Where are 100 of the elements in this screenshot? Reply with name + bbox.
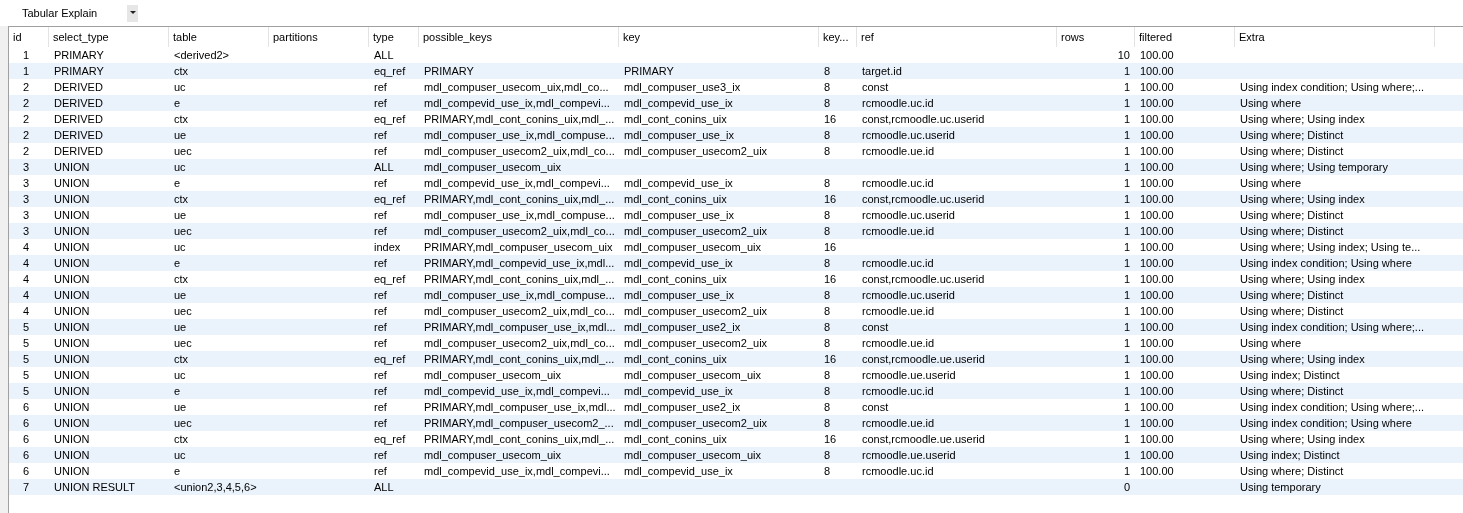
table-cell-text: mdl_compuser_use_ix: [623, 208, 736, 223]
caret-icon: [127, 4, 138, 22]
table-cell-text: 1: [1122, 128, 1131, 143]
table-cell-text: mdl_compuser_usecom2_uix: [623, 336, 769, 351]
table-cell-text: 2: [22, 112, 31, 127]
table-cell-text: ref: [373, 384, 388, 399]
table-cell-text: const,rcmoodle.uc.userid: [861, 112, 986, 127]
table-cell-text: 4: [22, 272, 31, 287]
table-cell-text: Using where; Using temporary: [1239, 160, 1389, 175]
table-cell-text: ref: [373, 224, 388, 239]
table-cell-text: 1: [1122, 64, 1131, 79]
table-cell-text: rcmoodle.ue.id: [861, 144, 936, 159]
table-cell-text: Using where; Distinct: [1239, 144, 1345, 159]
table-cell-text: mdl_cont_conins_uix: [623, 192, 728, 207]
table-cell-text: mdl_compuser_use_ix: [623, 288, 736, 303]
column-header[interactable]: table: [169, 27, 269, 47]
column-header[interactable]: select_type: [49, 27, 169, 47]
table-cell-text: uc: [173, 368, 187, 383]
table-cell-text: mdl_compuser_use_ix,mdl_compuse...: [423, 288, 616, 303]
table-cell-text: 1: [1122, 448, 1131, 463]
table-cell-text: uec: [173, 304, 193, 319]
table-cell-text: mdl_compuser_use3_ix: [623, 80, 742, 95]
table-cell-text: UNION RESULT: [53, 480, 137, 495]
table-cell-text: 0: [1122, 480, 1131, 495]
table-cell-text: ctx: [173, 192, 190, 207]
table-cell-text: UNION: [53, 320, 91, 335]
table-cell-text: PRIMARY,mdl_compevid_use_ix,mdl...: [423, 256, 616, 271]
column-header[interactable]: type: [369, 27, 419, 47]
table-cell-text: ctx: [173, 112, 190, 127]
table-cell-text: 1: [1122, 464, 1131, 479]
table-cell-text: mdl_compuser_use2_ix: [623, 320, 742, 335]
table-cell-text: 8: [823, 208, 832, 223]
table-cell-text: 1: [1122, 176, 1131, 191]
column-header[interactable]: rows: [1057, 27, 1135, 47]
table-cell-text: PRIMARY,mdl_cont_conins_uix,mdl_...: [423, 272, 616, 287]
table-cell-text: PRIMARY,mdl_compuser_use_ix,mdl...: [423, 400, 617, 415]
table-cell-text: UNION: [53, 336, 91, 351]
table-cell-text: ue: [173, 288, 188, 303]
column-header[interactable]: Extra: [1235, 27, 1435, 47]
table-cell-text: 1: [1122, 336, 1131, 351]
column-header[interactable]: id: [9, 27, 49, 47]
table-cell-text: ALL: [373, 160, 395, 175]
column-header[interactable]: possible_keys: [419, 27, 619, 47]
table-cell-text: UNION: [53, 288, 91, 303]
table-cell-text: rcmoodle.ue.id: [861, 304, 936, 319]
table-cell-text: mdl_compuser_usecom2_uix: [623, 224, 769, 239]
table-cell-text: rcmoodle.uc.userid: [861, 208, 956, 223]
table-cell-text: PRIMARY: [53, 64, 105, 79]
table-cell-text: PRIMARY,mdl_cont_conins_uix,mdl_...: [423, 192, 616, 207]
table-cell-text: Using index; Distinct: [1239, 368, 1341, 383]
view-dropdown[interactable]: Tabular Explain: [18, 3, 138, 23]
table-cell-text: 100.00: [1139, 336, 1175, 351]
table-cell-text: 1: [1122, 272, 1131, 287]
column-header[interactable]: filtered: [1135, 27, 1235, 47]
table-cell-text: 1: [1122, 432, 1131, 447]
table-cell-text: 1: [1122, 144, 1131, 159]
table-cell-text: 8: [823, 304, 832, 319]
table-cell-text: DERIVED: [53, 144, 104, 159]
table-cell-text: mdl_compuser_usecom2_uix: [623, 144, 769, 159]
column-header[interactable]: key...: [819, 27, 857, 47]
table-cell-text: rcmoodle.uc.id: [861, 464, 935, 479]
table-cell-text: eq_ref: [373, 352, 407, 367]
table-cell-text: Using index condition; Using where;...: [1239, 400, 1426, 415]
table-cell-text: ref: [373, 368, 388, 383]
table-cell-text: eq_ref: [373, 192, 407, 207]
column-header[interactable]: partitions: [269, 27, 369, 47]
table-cell-text: ref: [373, 304, 388, 319]
table-cell-text: 16: [823, 432, 838, 447]
table-cell-text: 100.00: [1139, 320, 1175, 335]
table-cell-text: 8: [823, 224, 832, 239]
table-cell-text: 3: [22, 176, 31, 191]
column-header[interactable]: key: [619, 27, 819, 47]
table-cell-text: ref: [373, 80, 388, 95]
table-cell-text: Using where; Using index: [1239, 432, 1366, 447]
table-cell-text: 8: [823, 368, 832, 383]
table-cell-text: 4: [22, 288, 31, 303]
table-cell-text: UNION: [53, 240, 91, 255]
table-cell-text: PRIMARY: [53, 48, 105, 63]
table-cell-text: 100.00: [1139, 224, 1175, 239]
table-cell-text: UNION: [53, 176, 91, 191]
table-cell-text: mdl_cont_conins_uix: [623, 272, 728, 287]
table-cell-text: uec: [173, 224, 193, 239]
table-cell-text: e: [173, 464, 182, 479]
table-cell-text: 5: [22, 352, 31, 367]
column-header[interactable]: ref: [857, 27, 1057, 47]
table-cell-text: rcmoodle.uc.id: [861, 96, 935, 111]
table-cell-text: const: [861, 80, 890, 95]
table-cell-text: Using index condition; Using where;...: [1239, 320, 1426, 335]
table-cell-text: <derived2>: [173, 48, 231, 63]
table-cell-text: UNION: [53, 208, 91, 223]
table-cell-text: 1: [1122, 304, 1131, 319]
table-cell-text: 1: [1122, 208, 1131, 223]
table-cell-text: 100.00: [1139, 400, 1175, 415]
table-cell-text: Using where: [1239, 176, 1303, 191]
table-cell-text: mdl_compuser_usecom_uix: [623, 240, 762, 255]
table-cell-text: Using where; Using index: [1239, 192, 1366, 207]
table-cell-text: 6: [22, 464, 31, 479]
table-cell-text: ref: [373, 96, 388, 111]
table-cell-text: PRIMARY,mdl_compuser_use_ix,mdl...: [423, 320, 617, 335]
table-cell-text: 1: [22, 64, 31, 79]
